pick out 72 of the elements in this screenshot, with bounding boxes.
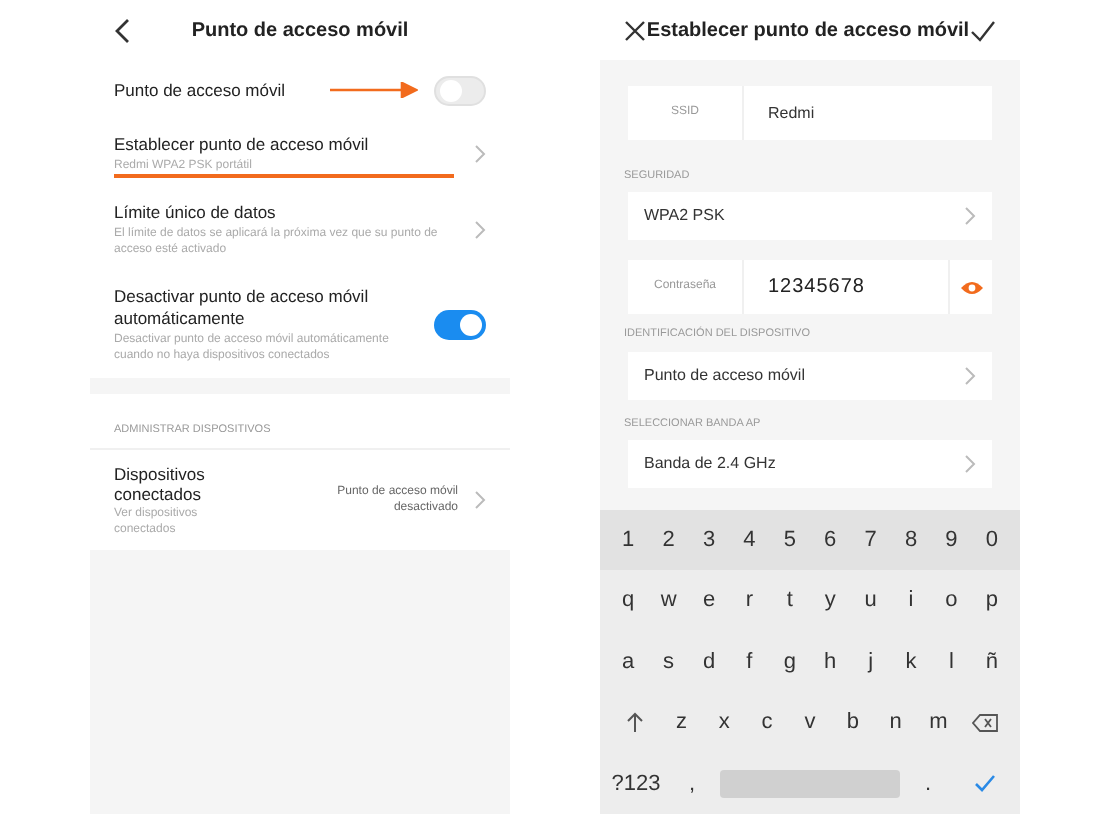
keyboard-key[interactable]: . — [900, 753, 956, 814]
keyboard-key[interactable]: h — [810, 631, 851, 693]
screen-title: Establecer punto de acceso móvil — [646, 17, 970, 45]
keyboard-key[interactable]: n — [874, 692, 918, 754]
arrow-up-icon — [625, 712, 643, 733]
keyboard-key[interactable]: , — [664, 753, 720, 814]
settings-item[interactable]: Punto de acceso móvil — [90, 60, 510, 120]
keyboard-key[interactable]: r — [729, 570, 770, 632]
keyboard-key[interactable]: a — [608, 631, 649, 693]
select-field[interactable]: WPA2 PSK — [628, 192, 992, 241]
keyboard-key[interactable]: 7 — [850, 510, 891, 571]
field-value: WPA2 PSK — [644, 204, 725, 229]
keyboard-key[interactable]: k — [890, 631, 932, 693]
field-value: 12345678 — [766, 274, 867, 303]
item-title: Dispositivos conectados — [114, 463, 207, 503]
keyboard-key[interactable]: x — [702, 692, 746, 754]
item-title: Punto de acceso móvil — [114, 79, 288, 101]
keyboard-key[interactable]: c — [745, 692, 789, 754]
keyboard-key[interactable]: 1 — [608, 510, 649, 571]
keyboard-key[interactable]: o — [931, 570, 972, 632]
keyboard-key[interactable]: 6 — [810, 510, 851, 571]
select-field[interactable]: Banda de 2.4 GHz — [628, 439, 992, 488]
keyboard-key[interactable]: ñ — [971, 631, 1013, 693]
close-icon[interactable] — [624, 19, 646, 41]
keyboard-key[interactable]: f — [729, 631, 770, 693]
keyboard-key[interactable]: y — [810, 570, 851, 632]
item-title: Límite único de datos — [114, 202, 278, 224]
keyboard-key[interactable]: m — [917, 692, 960, 754]
chevron-right-icon — [964, 453, 976, 474]
keyboard-key[interactable]: l — [931, 631, 972, 693]
keyboard-key[interactable]: 0 — [971, 510, 1013, 571]
keyboard-key[interactable]: g — [769, 631, 811, 693]
backspace-icon — [972, 713, 999, 732]
item-title: Establecer punto de acceso móvil — [114, 134, 371, 156]
keyboard-key[interactable]: 4 — [729, 510, 770, 571]
toggle-switch[interactable] — [434, 75, 486, 105]
item-title: Desactivar punto de acceso móvil automáticamente — [114, 286, 371, 330]
keyboard-key[interactable]: i — [890, 570, 932, 632]
chevron-right-icon — [964, 365, 976, 385]
chevron-right-icon — [474, 144, 486, 164]
arrow-icon — [330, 82, 418, 98]
keyboard-key[interactable]: 2 — [648, 510, 689, 571]
eye-icon[interactable] — [959, 279, 983, 296]
keyboard-key[interactable]: b — [831, 692, 875, 754]
keyboard-key[interactable]: j — [850, 631, 891, 693]
keyboard-key[interactable]: 3 — [688, 510, 730, 571]
keyboard-key[interactable]: e — [688, 570, 730, 632]
keyboard-key[interactable]: t — [769, 570, 811, 632]
checkmark-icon — [973, 774, 995, 793]
keyboard-key[interactable]: q — [608, 570, 649, 632]
keyboard-key[interactable]: 9 — [931, 510, 972, 571]
field-value: Punto de acceso móvil — [644, 363, 805, 387]
chevron-right-icon — [474, 490, 486, 510]
select-field[interactable]: Punto de acceso móvil — [628, 351, 992, 399]
chevron-right-icon — [474, 220, 486, 240]
toggle-switch[interactable] — [434, 310, 486, 340]
keyboard-key[interactable]: s — [648, 631, 689, 693]
checkmark-icon[interactable] — [969, 19, 996, 41]
keyboard-key[interactable]: 5 — [769, 510, 811, 571]
keyboard-key[interactable]: p — [971, 570, 1013, 632]
keyboard-key[interactable]: u — [850, 570, 891, 632]
keyboard-key[interactable]: z — [660, 692, 703, 754]
screen-title: Punto de acceso móvil — [189, 17, 411, 45]
keyboard-key[interactable]: w — [648, 570, 689, 632]
field-value: Redmi — [766, 101, 815, 125]
keyboard-key[interactable]: d — [688, 631, 730, 693]
keyboard-key[interactable]: 8 — [890, 510, 932, 571]
keyboard-key[interactable]: ?123 — [608, 753, 664, 814]
keyboard-key[interactable]: v — [788, 692, 832, 754]
chevron-right-icon — [964, 206, 976, 227]
back-icon[interactable] — [114, 17, 130, 43]
field-value: Banda de 2.4 GHz — [644, 451, 776, 476]
